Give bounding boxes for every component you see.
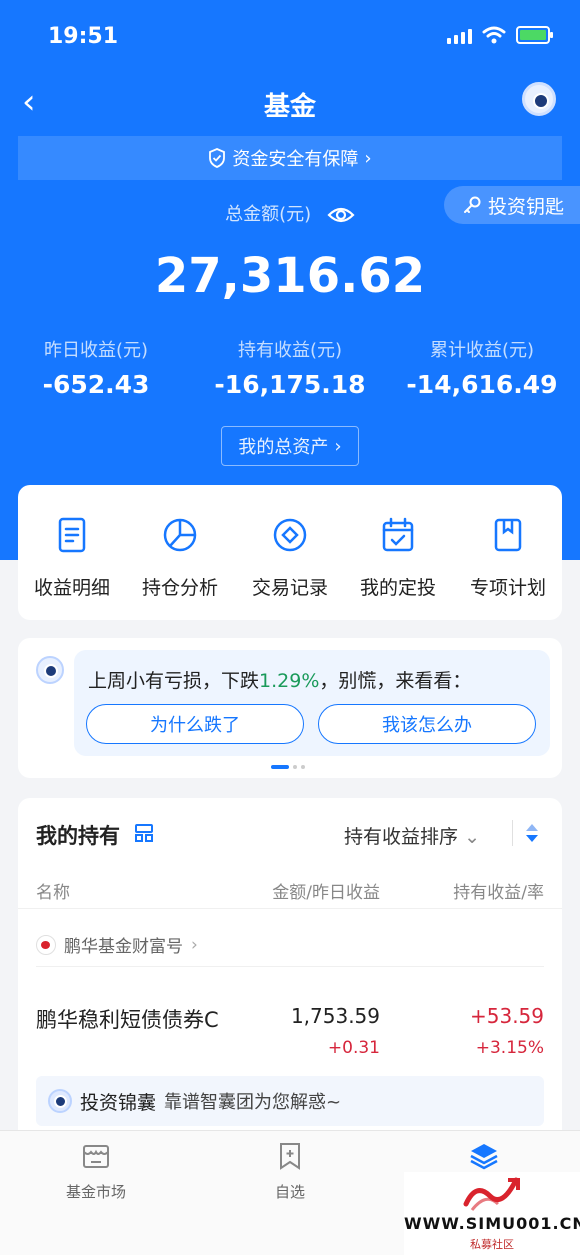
status-time: 19:51	[48, 24, 119, 49]
status-icons	[447, 26, 553, 44]
total-label-text: 总金额(元)	[225, 204, 312, 225]
divider	[18, 908, 562, 909]
mascot-avatar-icon[interactable]	[522, 82, 556, 116]
add-favorite-icon	[280, 1143, 300, 1170]
fund-yesterday-gain: +0.31	[327, 1038, 380, 1058]
tab-watchlist[interactable]: 自选	[230, 1141, 350, 1202]
layers-icon	[470, 1144, 498, 1170]
fund-company-link[interactable]: 鹏华基金财富号 ›	[36, 932, 198, 957]
chevron-right-icon: ›	[364, 147, 372, 169]
col-name: 名称	[36, 883, 70, 903]
fund-amount: 1,753.59	[290, 1004, 380, 1028]
quick-actions-card: 收益明细 持仓分析 交易记录 我的定投 专项计划	[18, 485, 562, 620]
earnings-stats: 昨日收益(元) -652.43 持有收益(元) -16,175.18 累计收益(…	[0, 336, 580, 406]
status-bar: 19:51	[0, 0, 580, 70]
why-drop-button[interactable]: 为什么跌了	[86, 704, 304, 744]
chevron-down-icon: ⌄	[464, 826, 480, 848]
company-logo-icon	[36, 934, 56, 955]
stat-cumulative: 累计收益(元) -14,616.49	[392, 336, 572, 399]
quick-label: 收益明细	[33, 577, 110, 599]
quick-income-detail[interactable]: 收益明细	[18, 515, 126, 600]
fund-holding-gain: +53.59	[469, 1004, 544, 1028]
document-icon	[58, 517, 86, 553]
invest-tips-title: 投资锦囊	[80, 1091, 157, 1114]
tip-text-before: 上周小有亏损，下跌	[88, 670, 260, 692]
calendar-icon	[382, 517, 414, 552]
quick-label: 交易记录	[251, 577, 328, 599]
security-text: 资金安全有保障	[232, 149, 359, 170]
quick-special-plan[interactable]: 专项计划	[454, 515, 562, 600]
weekly-tip-card: 上周小有亏损，下跌1.29%，别慌，来看看： 为什么跌了 我该怎么办	[18, 638, 562, 778]
carousel-dots	[271, 765, 305, 769]
stat-holding: 持有收益(元) -16,175.18	[200, 336, 380, 399]
quick-label: 持仓分析	[141, 577, 218, 599]
divider	[36, 966, 544, 967]
battery-icon	[516, 26, 553, 44]
stat-yesterday: 昨日收益(元) -652.43	[6, 336, 186, 399]
chevron-right-icon: ›	[334, 435, 342, 457]
col-gain: 持有收益/率	[453, 883, 544, 903]
page-title: 基金	[263, 92, 316, 122]
total-amount: 27,316.62	[154, 248, 426, 304]
watermark-url: WWW.SIMU001.CN	[404, 1214, 580, 1233]
tab-label: 基金市场	[65, 1183, 126, 1201]
divider	[512, 820, 513, 846]
quick-trade-records[interactable]: 交易记录	[236, 515, 344, 600]
stat-label: 持有收益(元)	[237, 340, 343, 361]
holdings-title: 我的持有	[36, 824, 120, 848]
mascot-icon	[36, 656, 64, 684]
grid-icon[interactable]	[135, 824, 153, 842]
watermark-sub: 私募社区	[470, 1238, 514, 1251]
stat-value: -16,175.18	[214, 370, 366, 399]
company-name: 鹏华基金财富号	[64, 937, 183, 957]
tip-pct: 1.29%	[259, 670, 320, 692]
total-assets-button[interactable]: 我的总资产 ›	[221, 426, 359, 466]
pie-chart-icon	[163, 518, 197, 552]
quick-label: 专项计划	[469, 577, 546, 599]
sort-label: 持有收益排序	[344, 826, 459, 848]
tab-label: 自选	[274, 1183, 305, 1201]
mascot-icon	[48, 1089, 72, 1113]
stat-value: -14,616.49	[406, 370, 558, 399]
what-to-do-button[interactable]: 我该怎么办	[318, 704, 536, 744]
col-amount: 金额/昨日收益	[272, 883, 380, 903]
invest-tips-banner[interactable]: 投资锦囊 靠谱智囊团为您解惑~	[36, 1076, 544, 1126]
record-icon	[273, 518, 307, 552]
stat-value: -652.43	[42, 370, 150, 399]
wifi-icon	[482, 26, 506, 44]
store-icon	[83, 1145, 109, 1168]
sort-order-icon[interactable]	[524, 822, 540, 844]
tip-text-after: ，别慌，来看看：	[319, 670, 472, 692]
holdings-card: 我的持有 持有收益排序 ⌄ 名称 金额/昨日收益 持有收益/率 鹏华基金财富号 …	[18, 798, 562, 1138]
fund-name[interactable]: 鹏华稳利短债债券C	[36, 1004, 219, 1034]
stat-label: 昨日收益(元)	[43, 340, 149, 361]
total-amount-label: 总金额(元)	[0, 200, 580, 226]
watermark: WWW.SIMU001.CN 私募社区	[404, 1172, 580, 1255]
chevron-right-icon: ›	[191, 934, 198, 955]
nav-bar: ‹ 基金	[0, 80, 580, 126]
quick-position-analysis[interactable]: 持仓分析	[126, 515, 234, 600]
fund-holding-rate: +3.15%	[475, 1038, 544, 1058]
tab-fund-market[interactable]: 基金市场	[36, 1141, 156, 1202]
sort-dropdown[interactable]: 持有收益排序 ⌄	[344, 822, 480, 849]
invest-tips-desc: 靠谱智囊团为您解惑~	[164, 1092, 342, 1113]
quick-label: 我的定投	[359, 577, 436, 599]
tip-bubble: 上周小有亏损，下跌1.29%，别慌，来看看： 为什么跌了 我该怎么办	[74, 650, 550, 756]
stat-label: 累计收益(元)	[429, 340, 535, 361]
watermark-logo-icon	[463, 1177, 520, 1211]
tip-text: 上周小有亏损，下跌1.29%，别慌，来看看：	[88, 666, 471, 693]
security-banner[interactable]: 资金安全有保障 ›	[18, 136, 562, 180]
shield-icon	[209, 148, 226, 168]
total-assets-label: 我的总资产	[238, 437, 329, 458]
signal-icon	[447, 26, 472, 44]
quick-auto-invest[interactable]: 我的定投	[344, 515, 452, 600]
bookmark-icon	[494, 518, 522, 552]
eye-icon[interactable]	[327, 205, 355, 225]
